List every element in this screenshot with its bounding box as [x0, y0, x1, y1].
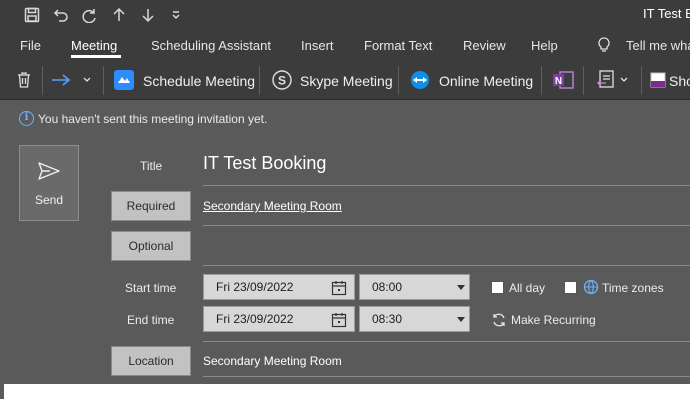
start-date-picker[interactable]: Fri 23/09/2022 [203, 274, 355, 300]
skype-meeting-button[interactable]: Skype Meeting [300, 73, 393, 89]
info-icon: i [19, 111, 34, 126]
calendar-icon[interactable] [331, 280, 347, 296]
ribbon: Schedule Meeting S Skype Meeting Online … [0, 61, 690, 100]
title-bar: IT Test Bo [0, 0, 690, 29]
all-day-label: All day [509, 281, 546, 295]
send-label: Send [34, 193, 64, 207]
info-bar: i You haven't sent this meeting invitati… [0, 100, 690, 136]
tab-file[interactable]: File [20, 38, 41, 53]
ribbon-separator [541, 66, 542, 95]
menu-bar: File Meeting Scheduling Assistant Insert… [0, 29, 690, 61]
zoom-meeting-icon[interactable] [113, 69, 135, 91]
show-as-icon[interactable] [649, 69, 667, 91]
tab-help[interactable]: Help [531, 38, 558, 53]
tell-me-search[interactable]: Tell me wha [626, 38, 690, 53]
required-attendees-field[interactable]: Secondary Meeting Room [203, 199, 342, 213]
ribbon-separator [42, 66, 43, 95]
svg-text:S: S [278, 74, 286, 88]
teamviewer-icon[interactable] [409, 69, 431, 91]
window-title: IT Test Bo [643, 6, 690, 21]
skype-icon[interactable]: S [271, 69, 293, 91]
forward-icon[interactable] [49, 69, 73, 91]
delete-icon[interactable] [14, 69, 34, 91]
customize-qat-icon[interactable] [168, 0, 184, 29]
optional-underline [203, 265, 690, 266]
tab-format-text[interactable]: Format Text [364, 38, 432, 53]
arrow-up-icon[interactable] [109, 0, 129, 29]
ribbon-separator [583, 66, 584, 95]
end-date-picker[interactable]: Fri 23/09/2022 [203, 306, 355, 332]
end-time-select[interactable]: 08:30 [359, 306, 470, 332]
show-as-button[interactable]: Sho [669, 73, 690, 89]
chevron-down-icon [457, 317, 465, 322]
time-underline [203, 341, 690, 342]
schedule-meeting-button[interactable]: Schedule Meeting [143, 73, 255, 89]
forward-dropdown-icon[interactable] [80, 69, 94, 91]
tab-meeting[interactable]: Meeting [71, 38, 117, 53]
chevron-down-icon [457, 285, 465, 290]
time-zones-checkbox[interactable] [564, 281, 577, 294]
required-button[interactable]: Required [111, 191, 191, 221]
tab-review[interactable]: Review [463, 38, 506, 53]
time-zones-label: Time zones [602, 281, 664, 295]
save-icon[interactable] [22, 0, 42, 29]
start-date-value: Fri 23/09/2022 [216, 280, 294, 294]
meeting-notes-icon[interactable] [596, 69, 616, 91]
onenote-icon[interactable]: N [551, 69, 575, 91]
location-underline [203, 376, 690, 377]
online-meeting-button[interactable]: Online Meeting [439, 73, 533, 89]
calendar-icon[interactable] [331, 312, 347, 328]
redo-icon[interactable] [80, 0, 100, 29]
undo-icon[interactable] [51, 0, 71, 29]
start-time-value: 08:00 [372, 280, 403, 294]
globe-icon [583, 279, 599, 295]
all-day-checkbox[interactable] [491, 281, 504, 294]
end-date-value: Fri 23/09/2022 [216, 312, 294, 326]
send-icon [38, 162, 60, 180]
title-label: Title [140, 159, 163, 173]
make-recurring-button[interactable]: Make Recurring [511, 313, 596, 327]
ribbon-separator [641, 66, 642, 95]
title-input[interactable]: IT Test Booking [203, 153, 326, 174]
notes-dropdown-icon[interactable] [619, 69, 629, 91]
tab-scheduling-assistant[interactable]: Scheduling Assistant [151, 38, 271, 53]
optional-button[interactable]: Optional [111, 231, 191, 261]
location-input[interactable]: Secondary Meeting Room [203, 354, 342, 368]
location-button[interactable]: Location [111, 346, 191, 376]
send-button[interactable]: Send [19, 145, 79, 221]
arrow-down-icon[interactable] [138, 0, 158, 29]
ribbon-separator [398, 66, 399, 95]
required-underline [203, 225, 690, 226]
start-time-select[interactable]: 08:00 [359, 274, 470, 300]
ribbon-separator [103, 66, 104, 95]
end-time-value: 08:30 [372, 312, 403, 326]
recurrence-icon[interactable] [491, 312, 507, 328]
end-time-label: End time [127, 313, 175, 327]
start-time-label: Start time [125, 281, 177, 295]
ribbon-separator [259, 66, 260, 95]
svg-text:N: N [555, 76, 562, 87]
title-underline [203, 185, 690, 186]
lightbulb-icon [596, 36, 612, 54]
tab-insert[interactable]: Insert [301, 38, 334, 53]
message-body[interactable] [4, 384, 690, 399]
active-tab-indicator [71, 55, 121, 58]
info-message: You haven't sent this meeting invitation… [38, 112, 268, 126]
